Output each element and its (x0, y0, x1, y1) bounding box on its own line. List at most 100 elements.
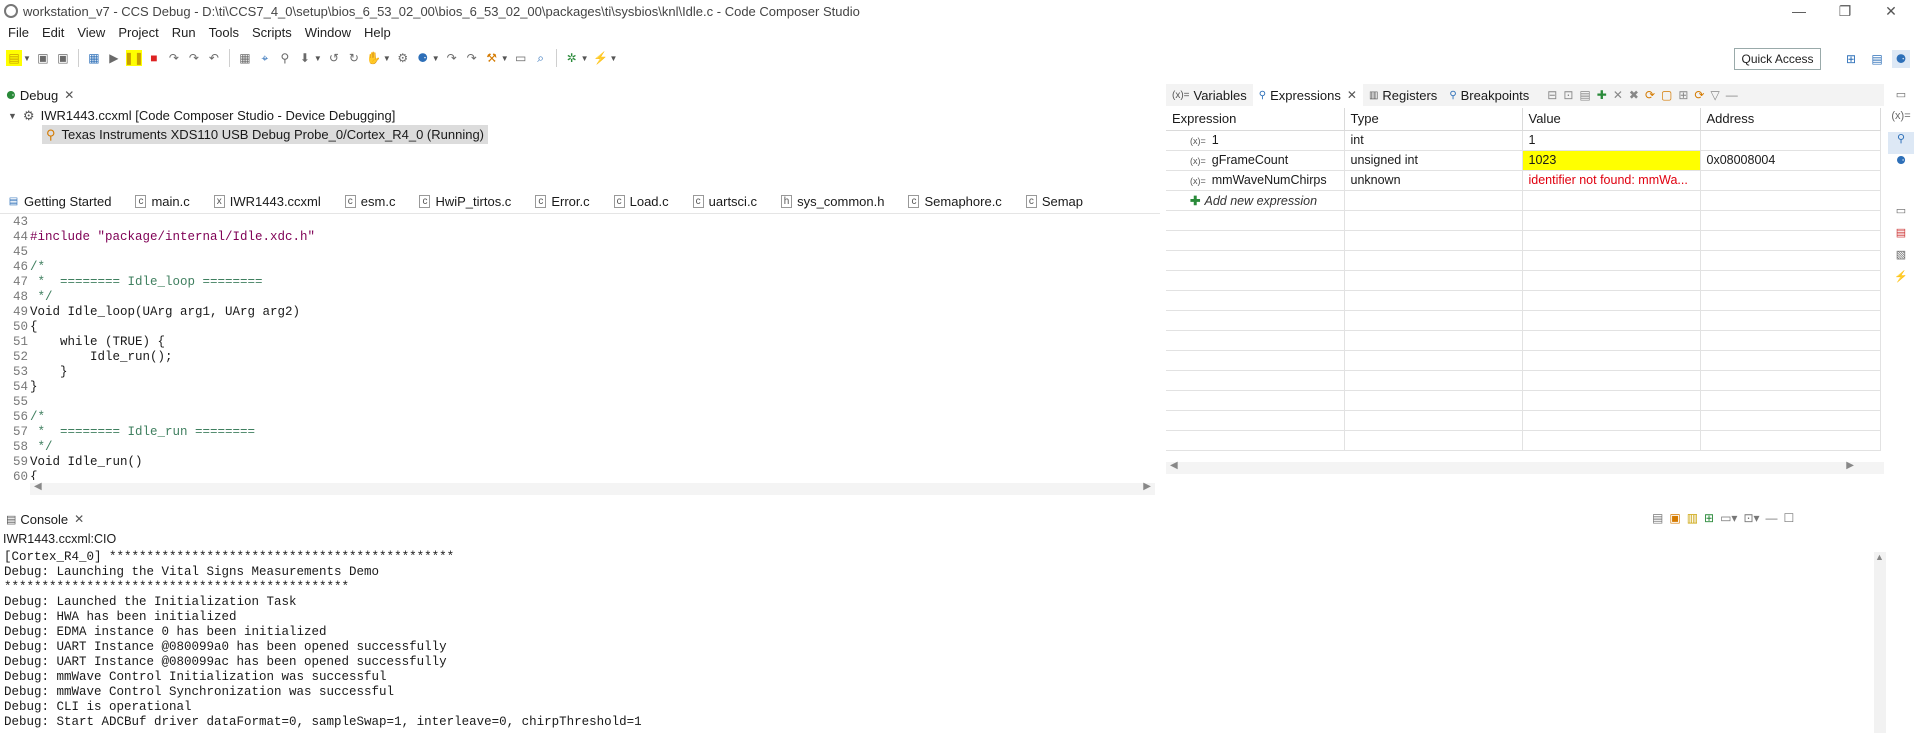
load-program-icon[interactable]: ⬇ (297, 50, 313, 66)
show-type-icon[interactable]: ⊟ (1547, 88, 1557, 102)
tab-debug[interactable]: ⚈ Debug ✕ (0, 84, 80, 106)
tab-iwr1443-ccxml[interactable]: x IWR1443.ccxml (213, 194, 321, 209)
grid-icon[interactable]: ▦ (237, 50, 253, 66)
code-editor[interactable]: 43 44 #include "package/internal/Idle.xdc… (0, 215, 1160, 480)
minimize-button[interactable]: — (1776, 0, 1822, 22)
tab-esm-c[interactable]: c esm.c (344, 194, 395, 209)
search-icon[interactable]: ⌕ (533, 50, 549, 66)
expressions-horizontal-scrollbar[interactable]: ◀ ▶ (1166, 460, 1884, 474)
scroll-up-icon[interactable]: ▲ (1875, 552, 1884, 562)
variables-trim-icon[interactable]: (x)= (1888, 110, 1914, 132)
quick-access-field[interactable]: Quick Access (1734, 48, 1821, 70)
add-expression-row[interactable]: ✚ Add new expression (1166, 190, 1881, 211)
minimize-view-icon[interactable]: — (1726, 88, 1738, 102)
scroll-left-icon[interactable]: ◀ (34, 481, 42, 492)
restart-icon[interactable]: ↻ (346, 50, 362, 66)
debug-view-icon[interactable]: ▦ (86, 50, 102, 66)
remove-icon[interactable]: ✕ (1613, 88, 1623, 102)
maximize-view-icon[interactable]: ☐ (1784, 511, 1795, 525)
reset-icon[interactable]: ↺ (326, 50, 342, 66)
terminate-icon[interactable]: ■ (146, 50, 162, 66)
column-address[interactable]: Address (1700, 108, 1881, 131)
debug-thread-row[interactable]: ⚲ Texas Instruments XDS110 USB Debug Pro… (0, 125, 1160, 144)
step-out-icon[interactable]: ↶ (206, 50, 222, 66)
tab-error-c[interactable]: c Error.c (535, 194, 590, 209)
suspend-icon[interactable]: ❚❚ (124, 50, 144, 66)
close-icon[interactable]: ✕ (1347, 88, 1357, 102)
connect-icon[interactable]: ⚲ (277, 50, 293, 66)
display-console-icon[interactable]: ▭▾ (1720, 511, 1737, 525)
menu-tools[interactable]: Tools (209, 25, 239, 40)
editor-horizontal-scrollbar[interactable]: ◀ ▶ (30, 481, 1155, 495)
column-expression[interactable]: Expression (1166, 108, 1345, 131)
table-row[interactable]: (x)= gFrameCount unsigned int 1023 0x0800… (1166, 150, 1881, 171)
menu-run[interactable]: Run (172, 25, 196, 40)
menu-edit[interactable]: Edit (42, 25, 64, 40)
collapse-all-icon[interactable]: ⊡ (1563, 88, 1573, 102)
view-menu-icon[interactable]: ▽ (1710, 88, 1719, 102)
restore-icon[interactable]: ▭ (1888, 88, 1914, 110)
scroll-lock-icon[interactable]: ▣ (1669, 511, 1680, 525)
restore-button[interactable]: ❐ (1822, 0, 1868, 22)
refresh-icon[interactable]: ⟳ (1645, 88, 1655, 102)
wand-trim-icon[interactable]: ⚡ (1888, 270, 1914, 292)
wand-icon[interactable]: ⚡ (593, 50, 609, 66)
tab-uartsci-c[interactable]: c uartsci.c (692, 194, 757, 209)
tab-expressions[interactable]: ⚲ Expressions ✕ (1252, 84, 1363, 106)
chevron-down-icon[interactable]: ▼ (8, 111, 17, 121)
debug-session-row[interactable]: ▼ ⚙ IWR1443.ccxml [Code Composer Studio … (0, 106, 1160, 125)
tab-breakpoints[interactable]: ⚲ Breakpoints (1443, 84, 1535, 106)
expressions-trim-icon[interactable]: ⚲ (1888, 132, 1914, 154)
tab-registers[interactable]: ▥ Registers (1363, 84, 1443, 106)
column-value[interactable]: Value (1522, 108, 1701, 131)
remove-all-icon[interactable]: ✖ (1629, 88, 1639, 102)
save-icon[interactable]: ▣ (35, 50, 51, 66)
minimize-view-icon[interactable]: — (1766, 511, 1778, 525)
console-vertical-scrollbar[interactable]: ▲ (1874, 552, 1886, 733)
close-button[interactable]: ✕ (1868, 0, 1914, 22)
close-icon[interactable]: ✕ (64, 88, 74, 102)
scroll-right-icon[interactable]: ▶ (1846, 460, 1854, 471)
continuous-refresh-icon[interactable]: ⟳ (1694, 88, 1704, 102)
restore-icon[interactable]: ▭ (1888, 204, 1914, 226)
step-into-icon[interactable]: ↷ (166, 50, 182, 66)
step-asm-icon[interactable]: ↷ (444, 50, 460, 66)
tab-semap[interactable]: c Semap (1025, 194, 1083, 209)
bug-icon[interactable]: ✲ (564, 50, 580, 66)
open-console-icon[interactable]: ▭ (513, 50, 529, 66)
column-type[interactable]: Type (1344, 108, 1523, 131)
step-over-icon[interactable]: ↷ (186, 50, 202, 66)
build-icon[interactable]: ⚒ (484, 50, 500, 66)
open-console-icon[interactable]: ⊡▾ (1743, 511, 1759, 525)
pin-console-icon[interactable]: ⊞ (1704, 511, 1714, 525)
scroll-left-icon[interactable]: ◀ (1170, 460, 1178, 471)
console-output[interactable]: [Cortex_R4_0] **************************… (0, 550, 1872, 733)
problems-trim-icon[interactable]: ▤ (1888, 226, 1914, 248)
word-wrap-icon[interactable]: ▥ (1687, 511, 1698, 525)
tab-hwip-tirtos-c[interactable]: c HwiP_tirtos.c (419, 194, 511, 209)
save-all-icon[interactable]: ▣ (55, 50, 71, 66)
tab-console[interactable]: ▤ Console ✕ (0, 508, 90, 530)
step-asm-over-icon[interactable]: ↷ (464, 50, 480, 66)
new-view-icon[interactable]: ▢ (1661, 88, 1672, 102)
ccs-edit-perspective-icon[interactable]: ▤ (1868, 50, 1886, 68)
tab-load-c[interactable]: c Load.c (613, 194, 669, 209)
debug-icon[interactable]: ⚈ (415, 50, 431, 66)
menu-scripts[interactable]: Scripts (252, 25, 292, 40)
tab-semaphore-c[interactable]: c Semaphore.c (908, 194, 1002, 209)
menu-file[interactable]: File (8, 25, 29, 40)
close-icon[interactable]: ✕ (74, 512, 84, 526)
open-perspective-icon[interactable]: ⊞ (1842, 50, 1860, 68)
ccs-debug-perspective-icon[interactable]: ⚈ (1892, 50, 1910, 68)
pin-view-icon[interactable]: ⊞ (1678, 88, 1688, 102)
outline-trim-icon[interactable]: ▧ (1888, 248, 1914, 270)
table-row[interactable]: (x)= mmWaveNumChirps unknown identifier n… (1166, 170, 1881, 191)
tools-icon[interactable]: ⚙ (395, 50, 411, 66)
step-return-icon[interactable]: ▶ (106, 50, 122, 66)
tab-main-c[interactable]: c main.c (135, 194, 190, 209)
menu-help[interactable]: Help (364, 25, 391, 40)
pin-icon[interactable]: ⌖ (257, 50, 273, 66)
menu-window[interactable]: Window (305, 25, 351, 40)
table-row[interactable]: (x)= 1 int 1 (1166, 130, 1881, 151)
menu-view[interactable]: View (77, 25, 105, 40)
